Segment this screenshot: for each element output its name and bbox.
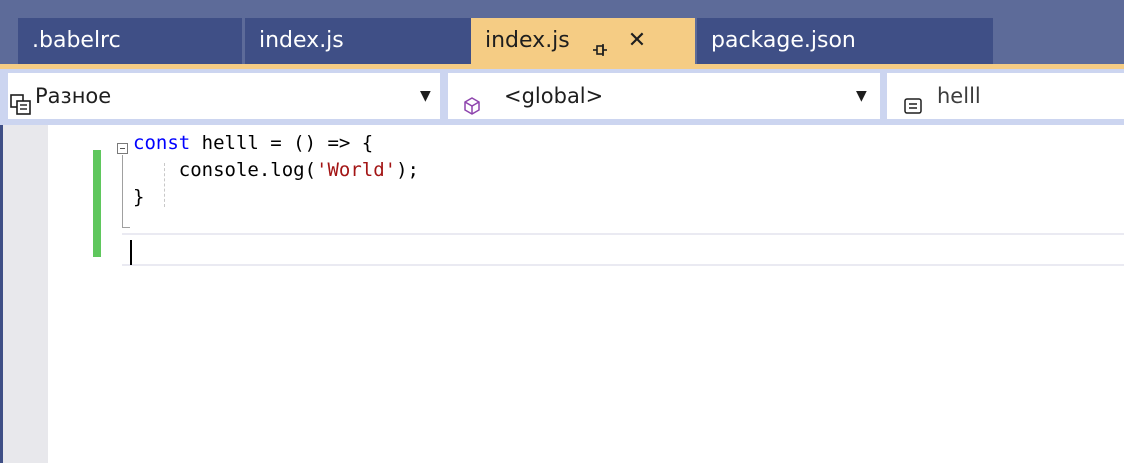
member-icon [903, 86, 923, 114]
tab-index-js-active[interactable]: index.js ✕ [471, 18, 695, 64]
text-caret [130, 240, 132, 265]
member-dropdown[interactable]: helll [887, 73, 1124, 119]
project-dropdown[interactable]: Разное ▼ [8, 73, 440, 119]
document-tab-strip: .babelrc index.js index.js ✕ package.jso… [0, 0, 1124, 69]
change-tracking-bar [93, 150, 101, 257]
code-line-3[interactable]: } [133, 184, 144, 211]
tab-label: index.js [485, 28, 570, 53]
string-token: 'World' [316, 159, 397, 181]
chevron-down-icon[interactable]: ▼ [856, 73, 867, 119]
tab-label: index.js [259, 28, 344, 53]
cube-icon [462, 86, 482, 115]
code-text: helll = () => { [190, 132, 374, 154]
code-text: ); [396, 159, 419, 181]
code-line-2[interactable]: console.log('World'); [133, 157, 419, 184]
pin-icon[interactable] [591, 30, 609, 56]
project-label: Разное [35, 84, 112, 108]
code-text: } [133, 186, 145, 208]
code-line-1[interactable]: const helll = () => { [133, 130, 373, 157]
navbar-divider [880, 73, 887, 119]
glyph-margin[interactable] [3, 125, 48, 463]
tab-package-json[interactable]: package.json [697, 18, 993, 64]
code-text: console.log( [133, 159, 317, 181]
project-file-icon [10, 86, 31, 115]
chevron-down-icon[interactable]: ▼ [420, 73, 431, 119]
navbar-divider [441, 73, 448, 119]
navigation-bar: Разное ▼ <global> ▼ helll [0, 69, 1124, 125]
scope-label: <global> [504, 84, 604, 108]
scope-dropdown[interactable]: <global> ▼ [448, 73, 880, 119]
keyword-token: const [133, 132, 191, 154]
outline-line-end [122, 227, 130, 228]
tab-babelrc[interactable]: .babelrc [18, 18, 242, 64]
tab-label: .babelrc [32, 28, 121, 53]
collapse-icon[interactable] [117, 143, 128, 154]
current-line-highlight [122, 233, 1124, 266]
member-label: helll [937, 84, 981, 108]
close-icon[interactable]: ✕ [628, 18, 646, 64]
tab-index-js[interactable]: index.js [245, 18, 471, 64]
tab-label: package.json [711, 28, 856, 53]
outline-line [122, 155, 123, 227]
